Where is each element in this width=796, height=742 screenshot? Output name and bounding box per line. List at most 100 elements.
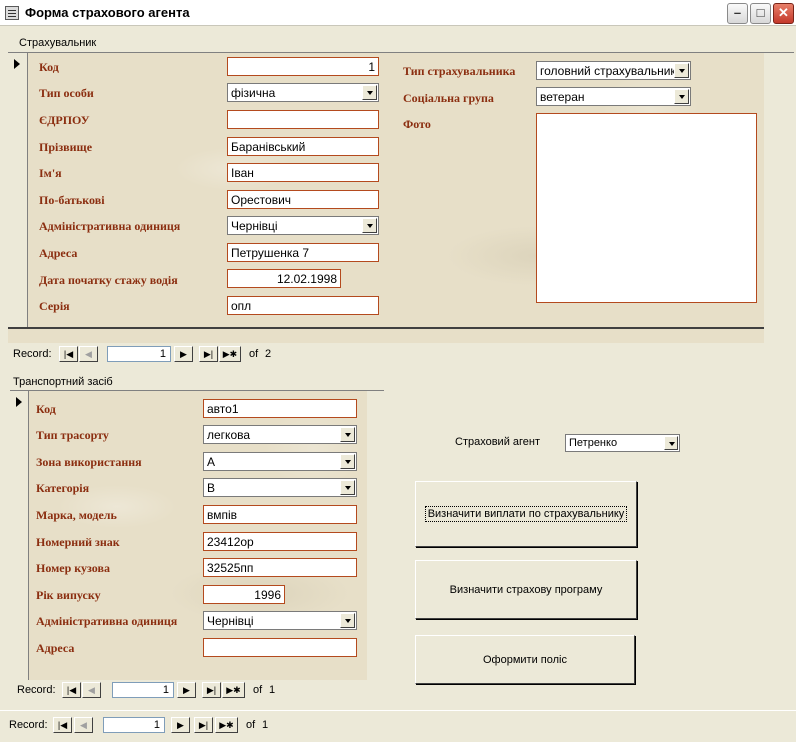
admin-unit-combo[interactable]: Чернівці bbox=[227, 216, 379, 235]
chevron-down-icon[interactable] bbox=[340, 454, 355, 469]
new-record-button[interactable]: ▶✱ bbox=[219, 346, 241, 362]
insured-record-nav: Record: |◀ ◀ 1 ▶ ▶| ▶✱ of 2 bbox=[13, 346, 313, 364]
label-body-number: Номер кузова bbox=[36, 561, 110, 575]
record-label: Record: bbox=[13, 348, 52, 360]
year-field[interactable]: 1996 bbox=[203, 585, 285, 604]
label-social-group: Соціальна група bbox=[403, 91, 494, 105]
make-model-field[interactable]: вмпів bbox=[203, 505, 357, 524]
social-group-value: ветеран bbox=[540, 90, 585, 104]
window-title: Форма страхового агента bbox=[25, 5, 190, 20]
insured-type-value: головний страхувальник bbox=[540, 64, 676, 78]
next-record-button[interactable]: ▶ bbox=[171, 717, 190, 733]
label-vehicle-address: Адреса bbox=[36, 641, 75, 655]
person-type-combo[interactable]: фізична bbox=[227, 83, 379, 102]
patronymic-field[interactable]: Орестович bbox=[227, 190, 379, 209]
category-combo[interactable]: В bbox=[203, 478, 357, 497]
usage-zone-combo[interactable]: А bbox=[203, 452, 357, 471]
record-total: 1 bbox=[262, 719, 269, 731]
prev-record-button[interactable]: ◀ bbox=[74, 717, 93, 733]
chevron-down-icon[interactable] bbox=[664, 436, 678, 450]
title-bar: Форма страхового агента – □ ✕ bbox=[0, 0, 796, 26]
label-series: Серія bbox=[39, 299, 70, 313]
record-number-input[interactable]: 1 bbox=[107, 346, 171, 362]
vehicle-admin-unit-combo[interactable]: Чернівці bbox=[203, 611, 357, 630]
chevron-down-icon[interactable] bbox=[340, 613, 355, 628]
label-surname: Прізвище bbox=[39, 140, 93, 154]
label-vehicle-code: Код bbox=[36, 402, 56, 416]
next-record-button[interactable]: ▶ bbox=[174, 346, 193, 362]
insured-type-combo[interactable]: головний страхувальник bbox=[536, 61, 691, 80]
label-usage-zone: Зона використання bbox=[36, 455, 142, 469]
payouts-button[interactable]: Визначити виплати по страхувальнику bbox=[415, 481, 637, 547]
agent-combo[interactable]: Петренко bbox=[565, 434, 680, 452]
payouts-button-label: Визначити виплати по страхувальнику bbox=[424, 506, 628, 522]
chevron-down-icon[interactable] bbox=[362, 218, 377, 233]
label-insured-type: Тип страхувальника bbox=[403, 64, 516, 78]
new-record-button[interactable]: ▶✱ bbox=[215, 717, 238, 733]
vehicle-code-field[interactable]: авто1 bbox=[203, 399, 357, 418]
new-record-button[interactable]: ▶✱ bbox=[222, 682, 245, 698]
address-field[interactable]: Петрушенка 7 bbox=[227, 243, 379, 262]
series-field[interactable]: опл bbox=[227, 296, 379, 315]
minimize-button[interactable]: – bbox=[727, 3, 748, 24]
first-record-button[interactable]: |◀ bbox=[53, 717, 72, 733]
plate-field[interactable]: 23412ор bbox=[203, 532, 357, 551]
social-group-combo[interactable]: ветеран bbox=[536, 87, 691, 106]
label-edrpou: ЄДРПОУ bbox=[39, 113, 90, 127]
insured-caption: Страхувальник bbox=[19, 37, 97, 49]
last-record-button[interactable]: ▶| bbox=[199, 346, 218, 362]
first-record-button[interactable]: |◀ bbox=[62, 682, 81, 698]
surname-field[interactable]: Баранівський bbox=[227, 137, 379, 156]
record-total: 1 bbox=[269, 684, 276, 696]
label-patronymic: По-батькові bbox=[39, 193, 105, 207]
driving-start-field[interactable]: 12.02.1998 bbox=[227, 269, 341, 288]
label-name: Ім'я bbox=[39, 166, 62, 180]
main-nav-rule bbox=[0, 710, 796, 711]
record-of-label: of bbox=[249, 348, 259, 360]
code-field[interactable]: 1 bbox=[227, 57, 379, 76]
chevron-down-icon[interactable] bbox=[674, 63, 689, 78]
category-value: В bbox=[207, 481, 216, 495]
record-number-input[interactable]: 1 bbox=[112, 682, 174, 698]
last-record-button[interactable]: ▶| bbox=[202, 682, 221, 698]
vehicle-record-selector[interactable] bbox=[10, 391, 29, 680]
edrpou-field[interactable] bbox=[227, 110, 379, 129]
label-make-model: Марка, модель bbox=[36, 508, 117, 522]
chevron-down-icon[interactable] bbox=[340, 427, 355, 442]
chevron-down-icon[interactable] bbox=[674, 89, 689, 104]
label-admin-unit: Адміністративна одиниця bbox=[39, 219, 181, 233]
record-of-label: of bbox=[253, 684, 263, 696]
prev-record-button[interactable]: ◀ bbox=[79, 346, 98, 362]
close-button[interactable]: ✕ bbox=[773, 3, 794, 24]
policy-button[interactable]: Оформити поліс bbox=[415, 635, 635, 684]
transport-type-value: легкова bbox=[207, 428, 251, 442]
chevron-down-icon[interactable] bbox=[362, 85, 377, 100]
record-of-label: of bbox=[246, 719, 256, 731]
label-address: Адреса bbox=[39, 246, 78, 260]
first-record-button[interactable]: |◀ bbox=[59, 346, 78, 362]
label-vehicle-admin-unit: Адміністративна одиниця bbox=[36, 614, 178, 628]
usage-zone-value: А bbox=[207, 455, 216, 469]
body-number-field[interactable]: 32525пп bbox=[203, 558, 357, 577]
record-selector[interactable] bbox=[8, 53, 28, 327]
next-record-button[interactable]: ▶ bbox=[177, 682, 196, 698]
vehicle-address-field[interactable] bbox=[203, 638, 357, 657]
vehicle-admin-unit-value: Чернівці bbox=[207, 614, 254, 628]
maximize-button[interactable]: □ bbox=[750, 3, 771, 24]
label-code: Код bbox=[39, 60, 59, 74]
transport-type-combo[interactable]: легкова bbox=[203, 425, 357, 444]
record-label: Record: bbox=[9, 719, 48, 731]
record-number-input[interactable]: 1 bbox=[103, 717, 165, 733]
name-field[interactable]: Іван bbox=[227, 163, 379, 182]
policy-button-label: Оформити поліс bbox=[483, 653, 567, 666]
label-category: Категорія bbox=[36, 481, 90, 495]
last-record-button[interactable]: ▶| bbox=[194, 717, 213, 733]
agent-label: Страховий агент bbox=[455, 436, 541, 448]
photo-frame[interactable] bbox=[536, 113, 757, 303]
form-icon bbox=[5, 6, 19, 20]
program-button[interactable]: Визначити страхову програму bbox=[415, 560, 637, 619]
prev-record-button[interactable]: ◀ bbox=[82, 682, 101, 698]
chevron-down-icon[interactable] bbox=[340, 480, 355, 495]
vehicle-record-nav: Record: |◀ ◀ 1 ▶ ▶| ▶✱ of 1 bbox=[17, 682, 317, 700]
label-transport-type: Тип трасорту bbox=[36, 428, 109, 442]
